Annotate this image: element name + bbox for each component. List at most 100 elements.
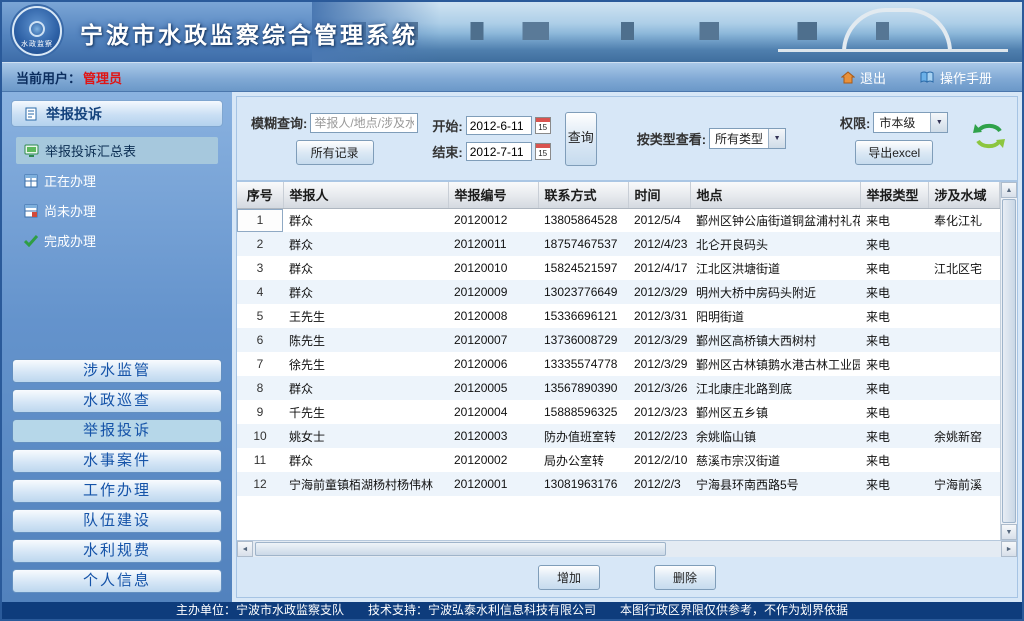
cell-reporter: 群众 bbox=[283, 256, 448, 280]
cell-reporter: 群众 bbox=[283, 208, 448, 232]
main-panel: 模糊查询: 所有记录 开始: 15 结束: bbox=[236, 96, 1018, 598]
calendar-icon[interactable]: 15 bbox=[535, 143, 551, 160]
scroll-down-icon[interactable]: ▼ bbox=[1001, 524, 1017, 540]
cell-report-no: 20120002 bbox=[448, 448, 538, 472]
table-row[interactable]: 11群众20120002局办公室转2012/2/10慈溪市宗汉街道来电 bbox=[237, 448, 1000, 472]
cell-report-no: 20120011 bbox=[448, 232, 538, 256]
type-filter-value: 所有类型 bbox=[710, 130, 768, 147]
sidebar-menu: 举报投诉汇总表 正在办理 尚未办理 完成办理 bbox=[2, 135, 232, 256]
horizontal-scroll-track[interactable] bbox=[253, 541, 1001, 557]
nav-work-handling[interactable]: 工作办理 bbox=[12, 479, 222, 503]
nav-complaints[interactable]: 举报投诉 bbox=[12, 419, 222, 443]
column-header-contact[interactable]: 联系方式 bbox=[538, 182, 628, 208]
menu-item-label: 完成办理 bbox=[44, 231, 96, 250]
end-date-input[interactable] bbox=[466, 142, 532, 161]
nav-team-building[interactable]: 队伍建设 bbox=[12, 509, 222, 533]
app-header: 水政监察 宁波市水政监察综合管理系统 bbox=[2, 2, 1022, 62]
scroll-left-icon[interactable]: ◄ bbox=[237, 541, 253, 557]
permission-value: 市本级 bbox=[874, 114, 930, 131]
column-header-type[interactable]: 举报类型 bbox=[860, 182, 928, 208]
add-button[interactable]: 增加 bbox=[538, 565, 600, 590]
filter-toolbar: 模糊查询: 所有记录 开始: 15 结束: bbox=[237, 97, 1017, 181]
cell-reporter: 千先生 bbox=[283, 400, 448, 424]
search-button[interactable]: 查询 bbox=[565, 112, 597, 166]
table-row[interactable]: 9千先生20120004158885963252012/3/23鄞州区五乡镇来电 bbox=[237, 400, 1000, 424]
cell-water-area bbox=[928, 328, 1000, 352]
column-header-seq[interactable]: 序号 bbox=[237, 182, 283, 208]
cell-type: 来电 bbox=[860, 328, 928, 352]
app-logo: 水政监察 bbox=[12, 6, 64, 58]
logout-button[interactable]: 退出 bbox=[841, 68, 886, 87]
nav-personal-info[interactable]: 个人信息 bbox=[12, 569, 222, 593]
book-icon bbox=[920, 71, 935, 83]
logout-label: 退出 bbox=[860, 68, 886, 87]
type-filter-select[interactable]: 所有类型 ▼ bbox=[709, 128, 786, 149]
end-date-label: 结束: bbox=[432, 142, 462, 161]
table-row[interactable]: 12宁海前童镇栢湖杨村杨伟林20120001130819631762012/2/… bbox=[237, 472, 1000, 496]
cell-contact: 13736008729 bbox=[538, 328, 628, 352]
column-header-date[interactable]: 时间 bbox=[628, 182, 690, 208]
nav-label: 工作办理 bbox=[83, 482, 151, 499]
permission-label: 权限: bbox=[840, 113, 870, 132]
table-row[interactable]: 2群众20120011187574675372012/4/23北仑开良码头来电 bbox=[237, 232, 1000, 256]
nav-water-cases[interactable]: 水事案件 bbox=[12, 449, 222, 473]
cell-date: 2012/3/29 bbox=[628, 352, 690, 376]
all-records-button[interactable]: 所有记录 bbox=[296, 140, 374, 165]
horizontal-scrollbar[interactable]: ◄ ► bbox=[237, 540, 1017, 557]
cell-type: 来电 bbox=[860, 472, 928, 496]
refresh-icon[interactable] bbox=[971, 120, 1007, 157]
document-icon bbox=[24, 107, 39, 121]
horizontal-scroll-thumb[interactable] bbox=[255, 542, 666, 556]
column-header-reporter[interactable]: 举报人 bbox=[283, 182, 448, 208]
table-row[interactable]: 6陈先生20120007137360087292012/3/29鄞州区高桥镇大西… bbox=[237, 328, 1000, 352]
cell-contact: 13335574778 bbox=[538, 352, 628, 376]
nav-water-supervision[interactable]: 涉水监管 bbox=[12, 359, 222, 383]
nav-water-patrol[interactable]: 水政巡查 bbox=[12, 389, 222, 413]
cell-reporter: 群众 bbox=[283, 376, 448, 400]
column-header-report-no[interactable]: 举报编号 bbox=[448, 182, 538, 208]
logo-emblem-icon bbox=[29, 21, 45, 37]
menu-item-in-progress[interactable]: 正在办理 bbox=[16, 167, 218, 194]
user-bar-actions: 退出 操作手册 bbox=[841, 68, 1008, 87]
cell-date: 2012/3/26 bbox=[628, 376, 690, 400]
scroll-right-icon[interactable]: ► bbox=[1001, 541, 1017, 557]
delete-button[interactable]: 删除 bbox=[654, 565, 716, 590]
cell-water-area bbox=[928, 232, 1000, 256]
type-filter-label: 按类型查看: bbox=[637, 129, 706, 148]
vertical-scroll-thumb[interactable] bbox=[1002, 199, 1016, 523]
cell-water-area bbox=[928, 352, 1000, 376]
scroll-up-icon[interactable]: ▲ bbox=[1001, 182, 1017, 198]
nav-water-fees[interactable]: 水利规费 bbox=[12, 539, 222, 563]
table-row[interactable]: 10姚女士20120003防办值班室转2012/2/23余姚临山镇来电余姚新窑 bbox=[237, 424, 1000, 448]
cell-contact: 18757467537 bbox=[538, 232, 628, 256]
nav-label: 涉水监管 bbox=[83, 362, 151, 379]
permission-select[interactable]: 市本级 ▼ bbox=[873, 112, 948, 133]
table-row[interactable]: 4群众20120009130237766492012/3/29明州大桥中房码头附… bbox=[237, 280, 1000, 304]
table-row[interactable]: 8群众20120005135678903902012/3/26江北康庄北路到底来… bbox=[237, 376, 1000, 400]
export-excel-button[interactable]: 导出excel bbox=[855, 140, 933, 165]
cell-location: 鄞州区五乡镇 bbox=[690, 400, 860, 424]
vertical-scrollbar[interactable]: ▲ ▼ bbox=[1000, 182, 1017, 540]
cell-report-no: 20120006 bbox=[448, 352, 538, 376]
cell-reporter: 群众 bbox=[283, 448, 448, 472]
cell-location: 鄞州区钟公庙街道铜盆浦村礼花桥附近 bbox=[690, 208, 860, 232]
manual-button[interactable]: 操作手册 bbox=[920, 68, 992, 87]
start-date-input[interactable] bbox=[466, 116, 532, 135]
menu-item-label: 正在办理 bbox=[44, 171, 96, 190]
table-row[interactable]: 7徐先生20120006133355747782012/3/29鄞州区古林镇鹅水… bbox=[237, 352, 1000, 376]
table-row[interactable]: 1群众20120012138058645282012/5/4鄞州区钟公庙街道铜盆… bbox=[237, 208, 1000, 232]
table-row[interactable]: 3群众20120010158245215972012/4/17江北区洪塘街道来电… bbox=[237, 256, 1000, 280]
cell-type: 来电 bbox=[860, 352, 928, 376]
menu-item-completed[interactable]: 完成办理 bbox=[16, 227, 218, 254]
column-header-location[interactable]: 地点 bbox=[690, 182, 860, 208]
column-header-water-area[interactable]: 涉及水域 bbox=[928, 182, 1000, 208]
permission-group: 权限: 市本级 ▼ 导出excel bbox=[840, 112, 948, 165]
nav-label: 水政巡查 bbox=[83, 392, 151, 409]
cell-location: 阳明街道 bbox=[690, 304, 860, 328]
table-row[interactable]: 5王先生20120008153366961212012/3/31阳明街道来电 bbox=[237, 304, 1000, 328]
fuzzy-query-input[interactable] bbox=[310, 113, 418, 133]
nav-label: 举报投诉 bbox=[83, 422, 151, 439]
menu-item-pending[interactable]: 尚未办理 bbox=[16, 197, 218, 224]
calendar-icon[interactable]: 15 bbox=[535, 117, 551, 134]
menu-item-complaint-summary[interactable]: 举报投诉汇总表 bbox=[16, 137, 218, 164]
